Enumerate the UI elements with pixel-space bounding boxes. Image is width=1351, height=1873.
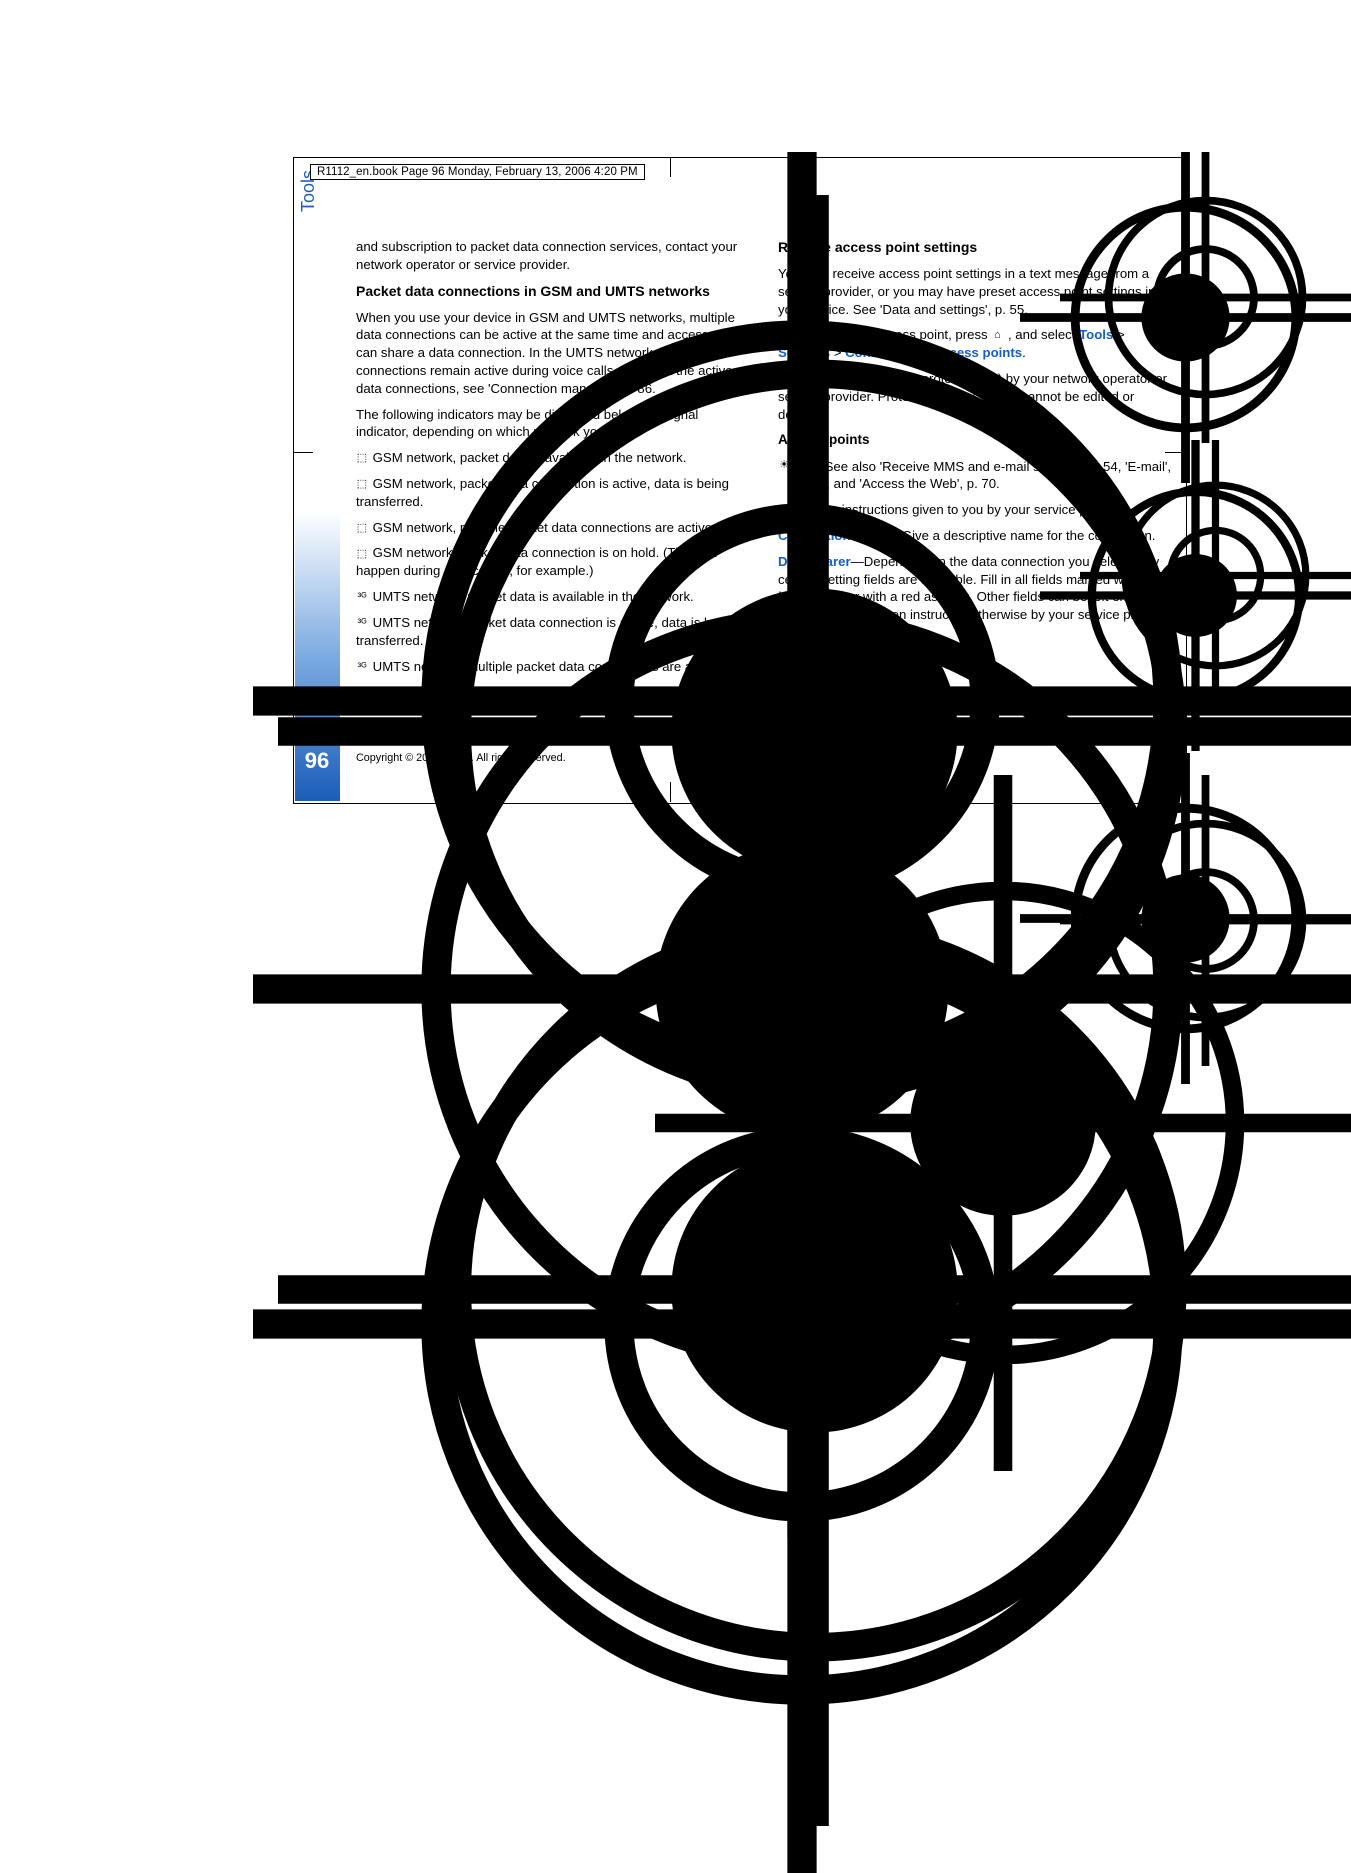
- registration-mark-icon: [1080, 440, 1351, 711]
- registration-mark-icon: [1060, 775, 1351, 1066]
- registration-mark-icon: [1060, 152, 1351, 443]
